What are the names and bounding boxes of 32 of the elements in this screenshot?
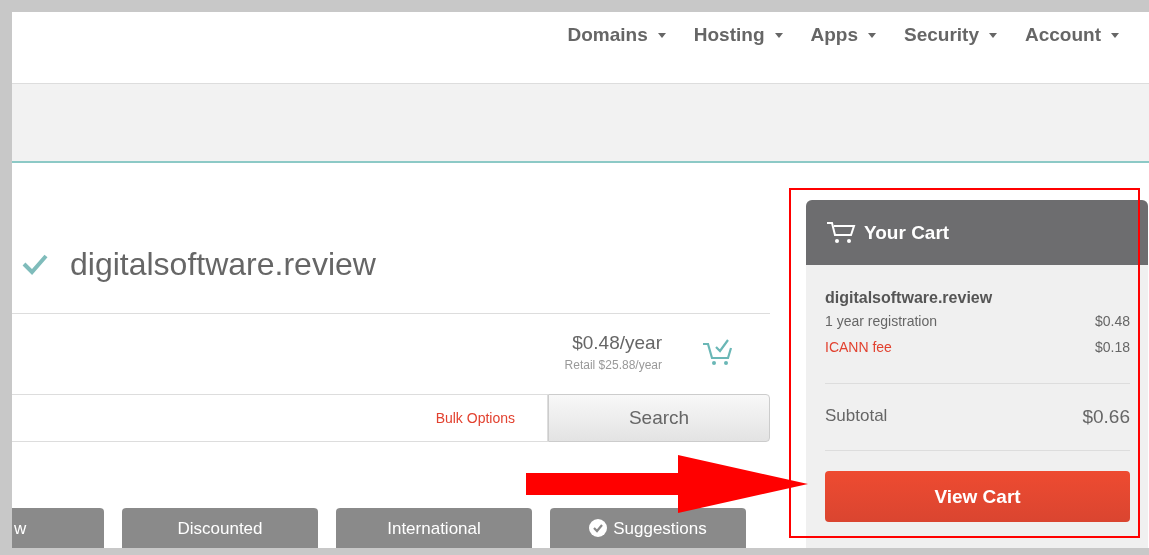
filter-tab[interactable]: Suggestions	[550, 508, 746, 548]
line-label: ICANN fee	[825, 339, 892, 355]
subtotal-label: Subtotal	[825, 406, 888, 427]
view-cart-button[interactable]: View Cart	[825, 471, 1130, 522]
line-label: 1 year registration	[825, 313, 938, 329]
caret-icon	[774, 32, 783, 38]
line-amount: $0.48	[1094, 313, 1130, 329]
price: $0.48/year	[572, 332, 662, 354]
nav-menu-item[interactable]: Domains	[555, 22, 678, 48]
filter-tab[interactable]: Discounted	[122, 508, 318, 548]
cart-icon	[826, 220, 856, 245]
search-button[interactable]: Search	[548, 394, 770, 442]
retail-price: Retail $25.88/year	[564, 358, 662, 372]
filter-tab[interactable]: w	[12, 508, 104, 548]
nav-menu-item[interactable]: Security	[892, 22, 1009, 48]
subtotal-amount: $0.66	[1082, 406, 1130, 428]
caret-icon	[657, 32, 666, 38]
caret-icon	[868, 32, 876, 38]
nav-menu-item[interactable]: Hosting	[681, 22, 795, 48]
nav-menu-item[interactable]: Apps	[798, 22, 888, 48]
line-amount: $0.18	[1094, 339, 1130, 355]
filter-tab[interactable]: International	[336, 508, 532, 548]
domain-name: digitalsoftware.review	[70, 245, 376, 284]
cart-domain: digitalsoftware.review	[825, 289, 994, 307]
check-circle-icon	[589, 519, 608, 537]
bulk-options-link[interactable]: Bulk Options	[435, 410, 515, 426]
cart-check-icon[interactable]	[702, 338, 734, 366]
caret-icon	[989, 32, 997, 38]
search-field[interactable]: Bulk Options	[12, 394, 548, 442]
caret-icon	[1111, 32, 1119, 38]
nav-menu-item[interactable]: Account	[1013, 22, 1131, 48]
cart-title: Your Cart	[864, 221, 950, 244]
